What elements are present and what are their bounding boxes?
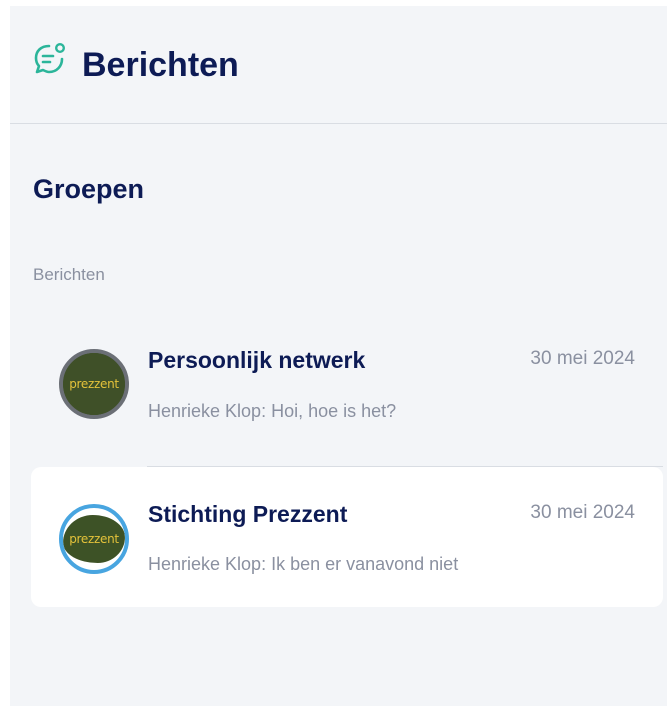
section-title-groups: Groepen bbox=[33, 174, 145, 204]
conversation-name: Stichting Prezzent bbox=[148, 501, 348, 527]
messages-panel: Berichten Groepen Berichten prezzent Per… bbox=[10, 6, 667, 706]
avatar-logo-text: prezzent bbox=[69, 532, 119, 546]
chat-bubble-icon bbox=[34, 42, 66, 73]
avatar: prezzent bbox=[59, 504, 129, 574]
conversation-preview: Henrieke Klop: Ik ben er vanavond niet bbox=[148, 554, 459, 574]
conversation-list: prezzent Persoonlijk netwerk 30 mei 2024… bbox=[31, 317, 663, 607]
group-logo-image: prezzent bbox=[63, 515, 125, 563]
conversation-name: Persoonlijk netwerk bbox=[148, 347, 366, 373]
messages-header: Berichten bbox=[10, 6, 667, 124]
group-logo-image: prezzent bbox=[63, 353, 125, 415]
subsection-label-messages: Berichten bbox=[33, 265, 105, 284]
conversation-item-stichting-prezzent[interactable]: prezzent Stichting Prezzent 30 mei 2024 … bbox=[31, 467, 663, 607]
avatar-logo-text: prezzent bbox=[69, 377, 119, 391]
conversation-date: 30 mei 2024 bbox=[530, 502, 635, 523]
conversation-preview: Henrieke Klop: Hoi, hoe is het? bbox=[148, 401, 397, 421]
conversation-date: 30 mei 2024 bbox=[530, 348, 635, 369]
conversation-item-persoonlijk-netwerk[interactable]: prezzent Persoonlijk netwerk 30 mei 2024… bbox=[31, 317, 663, 467]
page-title: Berichten bbox=[82, 46, 239, 84]
avatar: prezzent bbox=[59, 349, 129, 419]
